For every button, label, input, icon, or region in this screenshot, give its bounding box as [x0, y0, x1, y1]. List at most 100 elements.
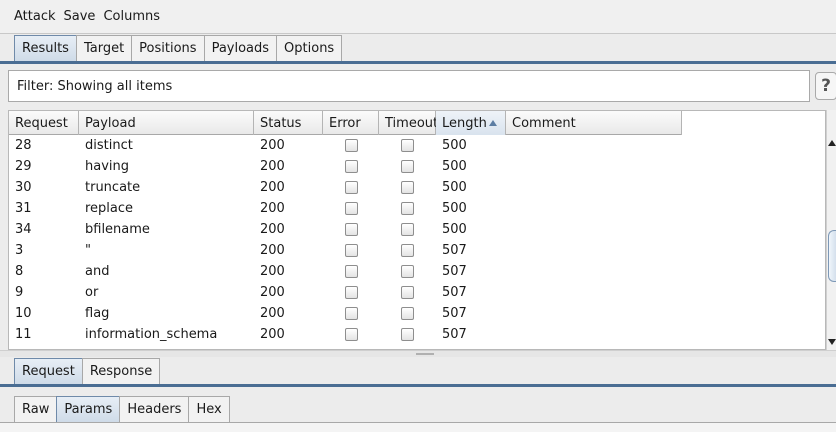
table-scrollbar[interactable] — [826, 110, 836, 350]
scroll-up-icon[interactable] — [828, 140, 836, 146]
error-checkbox — [344, 328, 358, 341]
cell-status: 200 — [260, 138, 285, 153]
cell-status: 200 — [260, 285, 285, 300]
table-row[interactable]: 10 flag 200 507 — [9, 303, 682, 324]
cell-payload: or — [85, 285, 99, 300]
cell-payload: " — [85, 243, 91, 258]
cell-status: 200 — [260, 222, 285, 237]
cell-error — [323, 328, 379, 341]
cell-payload: having — [85, 159, 130, 174]
column-header-payload[interactable]: Payload — [79, 111, 254, 135]
cell-payload: distinct — [85, 138, 133, 153]
cell-length: 500 — [442, 222, 467, 237]
cell-status: 200 — [260, 264, 285, 279]
cell-error — [323, 307, 379, 320]
cell-payload: and — [85, 264, 110, 279]
cell-length: 507 — [442, 264, 467, 279]
tab-target[interactable]: Target — [75, 35, 133, 61]
cell-status: 200 — [260, 243, 285, 258]
tab-params[interactable]: Params — [56, 396, 121, 422]
menu-bar: Attack Save Columns — [0, 0, 836, 34]
timeout-checkbox — [401, 328, 414, 341]
error-checkbox — [344, 202, 358, 215]
scrollbar-thumb[interactable] — [828, 230, 836, 282]
table-row[interactable]: 29 having 200 500 — [9, 156, 682, 177]
cell-length: 507 — [442, 306, 467, 321]
column-header-comment[interactable]: Comment — [506, 111, 682, 135]
menu-attack[interactable]: Attack — [14, 7, 56, 26]
timeout-checkbox — [401, 202, 414, 215]
cell-request: 30 — [15, 180, 32, 195]
table-row[interactable]: 34 bfilename 200 500 — [9, 219, 682, 240]
timeout-checkbox — [401, 181, 414, 194]
tab-payloads[interactable]: Payloads — [203, 35, 278, 61]
timeout-checkbox — [401, 286, 414, 299]
cell-timeout — [379, 160, 436, 173]
table-body: 28 distinct 200 500 29 having 200 500 30 truncate… — [9, 135, 682, 349]
cell-status: 200 — [260, 306, 285, 321]
error-checkbox — [344, 181, 358, 194]
tab-response[interactable]: Response — [81, 358, 161, 384]
table-row[interactable]: 9 or 200 507 — [9, 282, 682, 303]
table-row[interactable]: 11 information_schema 200 507 — [9, 324, 682, 345]
cell-payload: flag — [85, 306, 110, 321]
cell-status: 200 — [260, 327, 285, 342]
cell-timeout — [379, 181, 436, 194]
table-row[interactable]: 28 distinct 200 500 — [9, 135, 682, 156]
error-checkbox — [344, 223, 358, 236]
cell-timeout — [379, 244, 436, 257]
main-tab-bar: Results Target Positions Payloads Option… — [0, 34, 836, 64]
tab-headers[interactable]: Headers — [119, 396, 190, 422]
timeout-checkbox — [401, 223, 414, 236]
table-row[interactable]: 31 replace 200 500 — [9, 198, 682, 219]
error-checkbox — [344, 160, 358, 173]
cell-request: 8 — [15, 264, 24, 279]
cell-length: 500 — [442, 180, 467, 195]
error-checkbox — [344, 139, 358, 152]
timeout-checkbox — [401, 244, 414, 257]
cell-request: 9 — [15, 285, 24, 300]
column-header-status[interactable]: Status — [254, 111, 323, 135]
help-button[interactable]: ? — [815, 72, 836, 100]
cell-error — [323, 286, 379, 299]
scroll-down-icon[interactable] — [828, 339, 836, 345]
table-row[interactable]: 8 and 200 507 — [9, 261, 682, 282]
cell-error — [323, 202, 379, 215]
tab-results[interactable]: Results — [14, 35, 77, 61]
cell-request: 3 — [15, 243, 24, 258]
tab-options[interactable]: Options — [276, 35, 343, 61]
tab-request[interactable]: Request — [14, 358, 83, 384]
column-header-timeout[interactable]: Timeout — [379, 111, 438, 135]
tab-positions[interactable]: Positions — [131, 35, 205, 61]
cell-request: 10 — [15, 306, 32, 321]
table-header: Request Payload Status Error Timeout Len… — [9, 111, 682, 135]
error-checkbox — [344, 286, 358, 299]
cell-timeout — [379, 307, 436, 320]
filter-bar[interactable]: Filter: Showing all items — [8, 70, 810, 102]
column-header-error[interactable]: Error — [323, 111, 379, 135]
menu-save[interactable]: Save — [64, 7, 96, 26]
pane-splitter[interactable] — [0, 350, 836, 357]
cell-request: 34 — [15, 222, 32, 237]
table-row[interactable]: 30 truncate 200 500 — [9, 177, 682, 198]
cell-timeout — [379, 139, 436, 152]
table-row[interactable]: 3 " 200 507 — [9, 240, 682, 261]
tab-hex[interactable]: Hex — [188, 396, 230, 422]
tab-raw[interactable]: Raw — [14, 396, 58, 422]
error-checkbox — [344, 265, 358, 278]
menu-columns[interactable]: Columns — [103, 7, 160, 26]
timeout-checkbox — [401, 307, 414, 320]
column-header-length-label: Length — [442, 115, 487, 131]
cell-error — [323, 244, 379, 257]
cell-payload: information_schema — [85, 327, 218, 342]
splitter-grip-icon — [416, 353, 434, 355]
cell-error — [323, 160, 379, 173]
cell-status: 200 — [260, 180, 285, 195]
cell-status: 200 — [260, 159, 285, 174]
cell-request: 28 — [15, 138, 32, 153]
column-header-request[interactable]: Request — [9, 111, 79, 135]
cell-error — [323, 223, 379, 236]
column-header-length[interactable]: Length — [436, 111, 506, 135]
cell-status: 200 — [260, 201, 285, 216]
cell-length: 507 — [442, 327, 467, 342]
